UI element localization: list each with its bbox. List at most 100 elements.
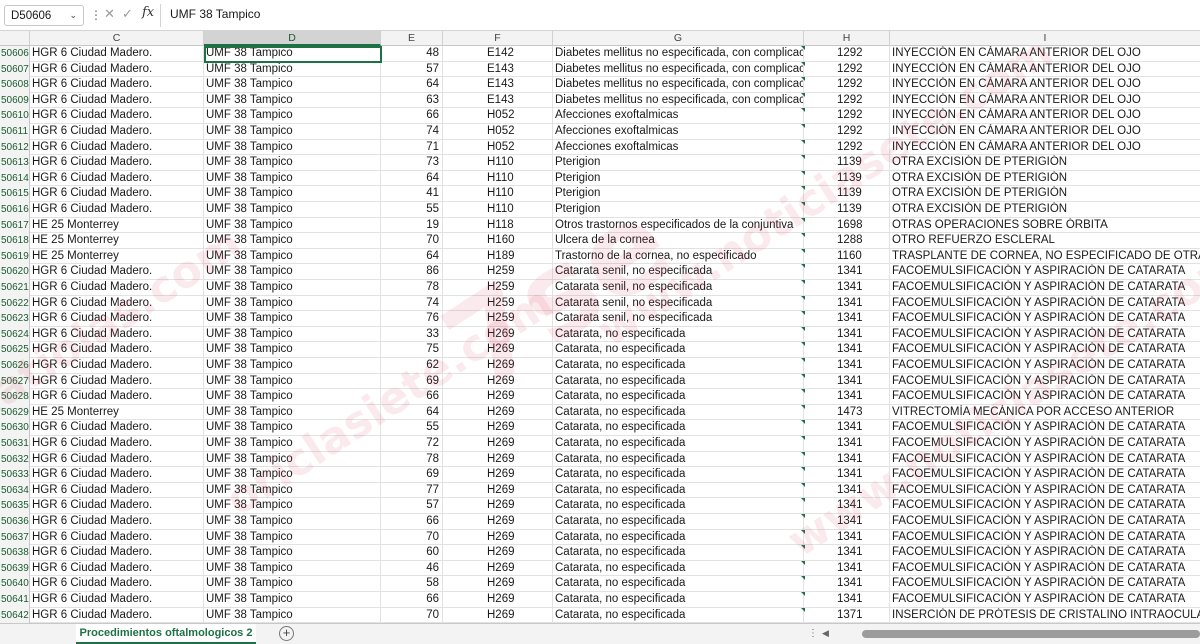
cell-c[interactable]: HGR 6 Ciudad Madero. — [30, 592, 204, 608]
cell-d[interactable]: UMF 38 Tampico — [204, 170, 381, 187]
cell-f[interactable]: H269 — [443, 545, 553, 561]
cell-i[interactable]: OTRA EXCISIÓN DE PTERIGIÓN — [890, 202, 1200, 218]
cell-f[interactable]: H269 — [443, 576, 553, 592]
worksheet-grid[interactable]: 50642 HGR 6 Ciudad Madero. UMF 38 Tampico 7… — [0, 46, 1200, 623]
cell-i[interactable]: FACOEMULSIFICACIÓN Y ASPIRACIÓN DE CATAR… — [890, 358, 1200, 374]
cell-i[interactable]: TRASPLANTE DE CORNEA, NO ESPECIFICADO DE… — [890, 249, 1200, 265]
cell-h[interactable]: 1341 — [804, 358, 890, 374]
row-header[interactable]: 50618 — [0, 233, 30, 249]
cell-f[interactable]: H110 — [443, 186, 553, 202]
cell-c[interactable]: HGR 6 Ciudad Madero. — [30, 295, 204, 312]
cell-i[interactable]: INSERCIÓN DE PRÓTESIS DE CRISTALINO INTR… — [890, 608, 1200, 623]
cell-f[interactable]: H269 — [443, 592, 553, 608]
more-options-icon[interactable]: ⋮ — [90, 8, 102, 22]
row-header[interactable]: 50637 — [0, 529, 30, 546]
cell-e[interactable]: 41 — [381, 186, 443, 202]
cell-f[interactable]: H259 — [443, 311, 553, 327]
cell-g[interactable]: Catarata, no especificada — [553, 482, 804, 499]
row-header[interactable]: 50638 — [0, 545, 30, 561]
column-header-c[interactable]: C — [30, 31, 204, 46]
row-header[interactable]: 50614 — [0, 170, 30, 187]
cell-g[interactable]: Pterigion — [553, 155, 804, 171]
cell-e[interactable]: 74 — [381, 295, 443, 312]
cell-h[interactable]: 1341 — [804, 576, 890, 592]
cell-h[interactable]: 1371 — [804, 607, 890, 623]
cell-i[interactable]: FACOEMULSIFICACIÓN Y ASPIRACIÓN DE CATAR… — [890, 576, 1200, 592]
insert-function-icon[interactable]: fx — [142, 5, 154, 20]
cell-h[interactable]: 1341 — [804, 311, 890, 327]
cell-e[interactable]: 66 — [381, 389, 443, 405]
cell-f[interactable]: H269 — [443, 373, 553, 390]
cell-c[interactable]: HGR 6 Ciudad Madero. — [30, 264, 204, 280]
cell-c[interactable]: HGR 6 Ciudad Madero. — [30, 61, 204, 78]
cell-d[interactable]: UMF 38 Tampico — [204, 498, 381, 514]
cell-i[interactable]: OTRA EXCISIÓN DE PTERIGIÓN — [890, 155, 1200, 171]
cell-g[interactable]: Catarata, no especificada — [553, 326, 804, 343]
row-header[interactable]: 50613 — [0, 155, 30, 171]
cell-c[interactable]: HGR 6 Ciudad Madero. — [30, 139, 204, 156]
cell-d[interactable]: UMF 38 Tampico — [204, 233, 381, 249]
cell-g[interactable]: Catarata senil, no especificada — [553, 311, 804, 327]
cell-c[interactable]: HGR 6 Ciudad Madero. — [30, 560, 204, 577]
cell-g[interactable]: Catarata senil, no especificada — [553, 264, 804, 280]
cell-e[interactable]: 75 — [381, 342, 443, 358]
row-header[interactable]: 50608 — [0, 77, 30, 93]
cell-h[interactable]: 1341 — [804, 482, 890, 499]
cell-d[interactable]: UMF 38 Tampico — [204, 404, 381, 421]
row-header[interactable]: 50623 — [0, 311, 30, 327]
cell-f[interactable]: H259 — [443, 295, 553, 312]
cell-h[interactable]: 1341 — [804, 280, 890, 296]
cell-e[interactable]: 78 — [381, 280, 443, 296]
cell-e[interactable]: 69 — [381, 373, 443, 390]
row-header[interactable]: 50635 — [0, 498, 30, 514]
cell-e[interactable]: 64 — [381, 170, 443, 187]
scroll-left-icon[interactable]: ◀ — [822, 628, 829, 639]
cell-i[interactable]: INYECCIÓN EN CÁMARA ANTERIOR DEL OJO — [890, 77, 1200, 93]
cell-g[interactable]: Pterigion — [553, 186, 804, 202]
cell-g[interactable]: Catarata, no especificada — [553, 498, 804, 514]
cell-h[interactable]: 1292 — [804, 46, 890, 62]
cell-g[interactable]: Catarata, no especificada — [553, 436, 804, 452]
cell-f[interactable]: H269 — [443, 326, 553, 343]
cell-c[interactable]: HGR 6 Ciudad Madero. — [30, 186, 204, 202]
cell-c[interactable]: HGR 6 Ciudad Madero. — [30, 124, 204, 140]
cell-h[interactable]: 1341 — [804, 592, 890, 608]
cell-i[interactable]: INYECCIÓN EN CÁMARA ANTERIOR DEL OJO — [890, 93, 1200, 109]
cell-f[interactable]: E143 — [443, 61, 553, 78]
column-header-i[interactable]: I — [890, 31, 1200, 46]
cell-g[interactable]: Pterigion — [553, 202, 804, 218]
cell-e[interactable]: 62 — [381, 358, 443, 374]
column-header-g[interactable]: G — [553, 31, 804, 46]
cell-c[interactable]: HGR 6 Ciudad Madero. — [30, 482, 204, 499]
cell-h[interactable]: 1341 — [804, 389, 890, 405]
cell-e[interactable]: 48 — [381, 46, 443, 62]
cell-c[interactable]: HGR 6 Ciudad Madero. — [30, 436, 204, 452]
cell-e[interactable]: 55 — [381, 420, 443, 436]
column-header-d[interactable]: D — [204, 31, 381, 46]
cell-c[interactable]: HGR 6 Ciudad Madero. — [30, 420, 204, 436]
cell-e[interactable]: 33 — [381, 326, 443, 343]
cell-d[interactable]: UMF 38 Tampico — [204, 451, 381, 468]
cell-e[interactable]: 60 — [381, 545, 443, 561]
cell-d[interactable]: UMF 38 Tampico — [204, 358, 381, 374]
cell-h[interactable]: 1473 — [804, 404, 890, 421]
cell-e[interactable]: 70 — [381, 529, 443, 546]
scrollbar-thumb[interactable] — [862, 630, 1200, 638]
cell-f[interactable]: H189 — [443, 248, 553, 265]
row-header[interactable]: 50615 — [0, 186, 30, 202]
cell-e[interactable]: 78 — [381, 451, 443, 468]
cell-i[interactable]: FACOEMULSIFICACIÓN Y ASPIRACIÓN DE CATAR… — [890, 436, 1200, 452]
cell-h[interactable]: 1341 — [804, 342, 890, 358]
cell-f[interactable]: H269 — [443, 436, 553, 452]
cell-d[interactable]: UMF 38 Tampico — [204, 92, 381, 109]
name-box[interactable]: D50606 ⌄ — [4, 5, 84, 26]
cell-i[interactable]: FACOEMULSIFICACIÓN Y ASPIRACIÓN DE CATAR… — [890, 311, 1200, 327]
row-header[interactable]: 50619 — [0, 248, 30, 265]
cell-h[interactable]: 1341 — [804, 373, 890, 390]
cell-d[interactable]: UMF 38 Tampico — [204, 248, 381, 265]
cell-e[interactable]: 58 — [381, 576, 443, 592]
cell-c[interactable]: HGR 6 Ciudad Madero. — [30, 451, 204, 468]
cell-i[interactable]: INYECCIÓN EN CÁMARA ANTERIOR DEL OJO — [890, 108, 1200, 124]
cell-f[interactable]: H269 — [443, 482, 553, 499]
cell-e[interactable]: 70 — [381, 233, 443, 249]
